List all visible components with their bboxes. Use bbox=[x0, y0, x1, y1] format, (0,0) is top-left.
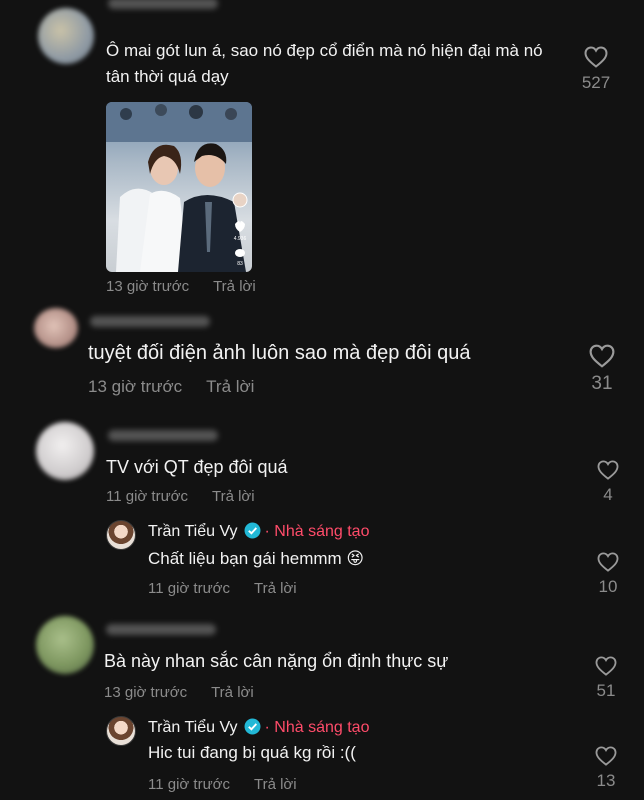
comment-text: TV với QT đẹp đôi quá bbox=[106, 457, 288, 477]
reply-button[interactable]: Trả lời bbox=[212, 488, 255, 505]
comment-text: Bà này nhan sắc cân nặng ổn định thực sự bbox=[104, 651, 449, 671]
like-count: 31 bbox=[591, 373, 613, 394]
commenter-avatar[interactable] bbox=[36, 616, 94, 674]
like-button[interactable]: 10 bbox=[588, 552, 628, 597]
heart-outline-icon bbox=[595, 746, 617, 766]
comment-meta: 13 giờ trước Trả lời bbox=[88, 377, 254, 397]
comment-meta: 13 giờ trước Trả lời bbox=[106, 278, 256, 295]
reply-meta: 11 giờ trước Trả lời bbox=[148, 580, 297, 597]
creator-badge: · Nhà sáng tạo bbox=[264, 719, 370, 736]
heart-outline-icon bbox=[595, 656, 617, 676]
reply-button[interactable]: Trả lời bbox=[213, 278, 256, 295]
reply-button[interactable]: Trả lời bbox=[211, 684, 254, 701]
comment-time: 13 giờ trước bbox=[104, 684, 188, 701]
creator-name[interactable]: Trần Tiểu Vy bbox=[148, 719, 238, 736]
commenter-avatar[interactable] bbox=[38, 8, 94, 64]
heart-outline-icon bbox=[584, 46, 608, 68]
creator-avatar[interactable] bbox=[106, 716, 136, 746]
reply-meta: 11 giờ trước Trả lời bbox=[148, 776, 297, 793]
like-count: 527 bbox=[581, 73, 611, 92]
heart-outline-icon bbox=[589, 344, 615, 368]
commenter-name[interactable] bbox=[106, 624, 216, 635]
like-count: 13 bbox=[596, 771, 616, 790]
creator-name-line: Trần Tiểu Vy · Nhà sáng tạo bbox=[148, 718, 369, 737]
thumbnail-photo: 4.936 83 bbox=[106, 102, 252, 272]
reply-text: Hic tui đang bị quá kg rồi :(( bbox=[148, 743, 356, 762]
heart-outline-icon bbox=[597, 552, 619, 572]
like-button[interactable]: 4 bbox=[588, 460, 628, 505]
comment-time: 13 giờ trước bbox=[106, 278, 190, 295]
commenter-avatar[interactable] bbox=[34, 308, 78, 348]
comment-meta: 13 giờ trước Trả lời bbox=[104, 684, 254, 701]
like-button[interactable]: 51 bbox=[586, 656, 626, 701]
thumbnail-comment-count: 83 bbox=[237, 261, 243, 267]
like-count: 10 bbox=[598, 577, 618, 596]
creator-badge: · Nhà sáng tạo bbox=[264, 523, 370, 540]
creator-avatar[interactable] bbox=[106, 520, 136, 550]
reply-button[interactable]: Trả lời bbox=[254, 776, 297, 793]
heart-outline-icon bbox=[597, 460, 619, 480]
comment-text: tuyệt đối điện ảnh luôn sao mà đẹp đôi q… bbox=[88, 342, 471, 364]
comment-time: 11 giờ trước bbox=[106, 488, 188, 505]
like-button[interactable]: 527 bbox=[576, 46, 616, 93]
commenter-name[interactable] bbox=[108, 0, 218, 9]
comment-time: 13 giờ trước bbox=[88, 377, 183, 396]
like-button[interactable]: 31 bbox=[582, 344, 622, 395]
like-button[interactable]: 13 bbox=[586, 746, 626, 791]
verified-check-icon bbox=[244, 718, 260, 735]
verified-check-icon bbox=[244, 522, 260, 539]
comment-text: Ô mai gót lun á, sao nó đẹp cổ điển mà n… bbox=[106, 41, 543, 86]
creator-name[interactable]: Trần Tiểu Vy bbox=[148, 523, 238, 540]
thumbnail-like-count: 4.936 bbox=[234, 236, 247, 242]
comment-meta: 11 giờ trước Trả lời bbox=[106, 488, 255, 505]
reply-button[interactable]: Trả lời bbox=[206, 377, 254, 396]
commenter-name[interactable] bbox=[90, 316, 210, 327]
commenter-avatar[interactable] bbox=[36, 422, 94, 480]
reply-time: 11 giờ trước bbox=[148, 580, 230, 597]
reply-text: Chất liệu bạn gái hemmm 😝 bbox=[148, 549, 365, 568]
attached-video-thumbnail[interactable]: 4.936 83 bbox=[106, 102, 252, 272]
reply-button[interactable]: Trả lời bbox=[254, 580, 297, 597]
like-count: 4 bbox=[603, 485, 613, 504]
creator-name-line: Trần Tiểu Vy · Nhà sáng tạo bbox=[148, 522, 369, 541]
commenter-name[interactable] bbox=[108, 430, 218, 441]
like-count: 51 bbox=[596, 681, 616, 700]
reply-time: 11 giờ trước bbox=[148, 776, 230, 793]
